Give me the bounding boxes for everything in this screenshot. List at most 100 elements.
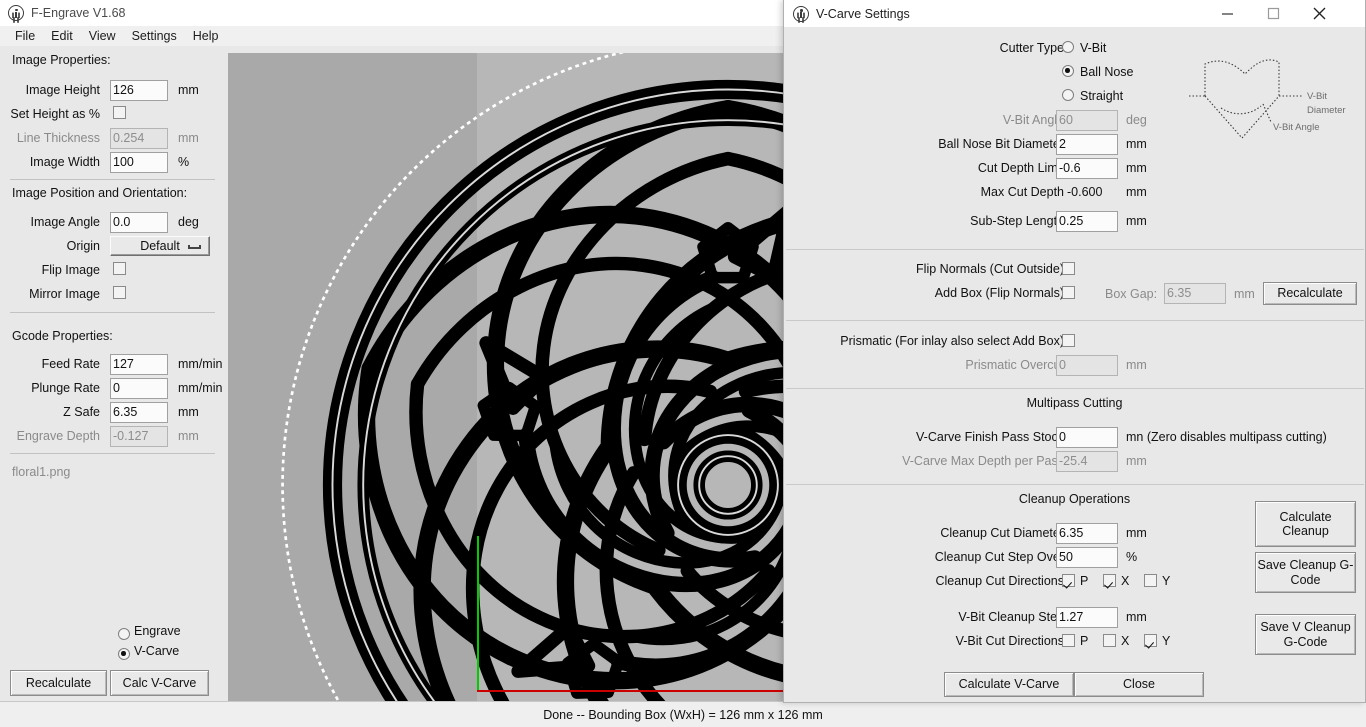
cleanup-direction-y-label: Y bbox=[1162, 574, 1171, 588]
sub-step-length-unit: mm bbox=[1126, 214, 1147, 228]
flip-image-label: Flip Image bbox=[41, 263, 100, 277]
cutter-type-vbit-radio[interactable] bbox=[1062, 41, 1074, 53]
vbit-direction-p-checkbox[interactable] bbox=[1062, 634, 1075, 647]
minimize-icon[interactable] bbox=[1204, 0, 1250, 27]
vbit-direction-x-label: X bbox=[1121, 634, 1130, 648]
close-dialog-button[interactable]: Close bbox=[1074, 672, 1204, 697]
max-cut-depth-value: -0.600 bbox=[1067, 185, 1103, 199]
flip-normals-checkbox[interactable] bbox=[1062, 262, 1075, 275]
main-window-title: F-Engrave V1.68 bbox=[31, 6, 126, 20]
add-box-label: Add Box (Flip Normals) bbox=[934, 286, 1064, 300]
line-thickness-input: 0.254 bbox=[110, 128, 168, 149]
vbit-cut-directions-label: V-Bit Cut Directions bbox=[955, 634, 1064, 648]
image-angle-unit: deg bbox=[178, 215, 199, 229]
prismatic-overcut-input: 0 bbox=[1056, 355, 1118, 376]
image-height-input[interactable]: 126 bbox=[110, 80, 168, 101]
vbit-angle-input: 60 bbox=[1056, 110, 1118, 131]
set-height-as-percent-label: Set Height as % bbox=[10, 107, 100, 121]
loaded-filename: floral1.png bbox=[12, 465, 71, 479]
recalculate-button[interactable]: Recalculate bbox=[10, 670, 107, 696]
dialog-divider-1 bbox=[786, 249, 1364, 250]
image-position-heading: Image Position and Orientation: bbox=[12, 186, 188, 200]
prismatic-overcut-label: Prismatic Overcut bbox=[965, 358, 1064, 372]
finish-pass-stock-unit: mn (Zero disables multipass cutting) bbox=[1126, 430, 1327, 444]
image-angle-input[interactable]: 0.0 bbox=[110, 212, 168, 233]
status-text: Done -- Bounding Box (WxH) = 126 mm x 12… bbox=[543, 707, 823, 722]
f-engrave-app-icon bbox=[793, 5, 809, 22]
status-bar: Done -- Bounding Box (WxH) = 126 mm x 12… bbox=[0, 701, 1366, 727]
engrave-depth-unit: mm bbox=[178, 429, 199, 443]
calc-vcarve-button[interactable]: Calc V-Carve bbox=[110, 670, 209, 696]
cutter-type-ballnose-radio[interactable] bbox=[1062, 65, 1074, 77]
vcarve-mode-label: V-Carve bbox=[134, 644, 180, 658]
set-height-as-percent-checkbox[interactable] bbox=[113, 106, 126, 119]
cleanup-direction-p-checkbox[interactable] bbox=[1062, 574, 1075, 587]
maximize-icon[interactable] bbox=[1250, 0, 1296, 27]
cleanup-direction-x-checkbox[interactable] bbox=[1103, 574, 1116, 587]
box-gap-label: Box Gap: bbox=[1105, 287, 1158, 301]
mirror-image-label: Mirror Image bbox=[29, 287, 100, 301]
plunge-rate-input[interactable]: 0 bbox=[110, 378, 168, 399]
engrave-mode-label: Engrave bbox=[134, 624, 181, 638]
vbit-direction-x-checkbox[interactable] bbox=[1103, 634, 1116, 647]
max-depth-per-pass-unit: mm bbox=[1126, 454, 1147, 468]
feed-rate-input[interactable]: 127 bbox=[110, 354, 168, 375]
engrave-depth-input: -0.127 bbox=[110, 426, 168, 447]
origin-label: Origin bbox=[66, 239, 100, 253]
vbit-angle-label: V-Bit Angle bbox=[1273, 122, 1319, 133]
line-thickness-unit: mm bbox=[178, 131, 199, 145]
box-gap-unit: mm bbox=[1234, 287, 1255, 301]
calculate-cleanup-button[interactable]: Calculate Cleanup bbox=[1255, 501, 1356, 547]
max-cut-depth-label: Max Cut Depth bbox=[980, 185, 1064, 199]
flip-image-checkbox[interactable] bbox=[113, 262, 126, 275]
close-icon[interactable] bbox=[1296, 0, 1342, 27]
max-depth-per-pass-label: V-Carve Max Depth per Pass bbox=[902, 454, 1064, 468]
vbit-angle-unit: deg bbox=[1126, 113, 1147, 127]
prismatic-overcut-unit: mm bbox=[1126, 358, 1147, 372]
z-safe-input[interactable]: 6.35 bbox=[110, 402, 168, 423]
cleanup-step-over-input[interactable]: 50 bbox=[1056, 547, 1118, 568]
engrave-mode-radio[interactable] bbox=[118, 628, 130, 640]
vbit-direction-y-checkbox[interactable] bbox=[1144, 634, 1157, 647]
prismatic-checkbox[interactable] bbox=[1062, 334, 1075, 347]
cut-depth-limit-input[interactable]: -0.6 bbox=[1056, 158, 1118, 179]
image-height-label: Image Height bbox=[25, 83, 100, 97]
add-box-checkbox[interactable] bbox=[1062, 286, 1075, 299]
menu-item-view[interactable]: View bbox=[81, 27, 124, 45]
image-height-unit: mm bbox=[178, 83, 199, 97]
save-v-cleanup-gcode-button[interactable]: Save V Cleanup G-Code bbox=[1255, 614, 1356, 655]
calculate-vcarve-button[interactable]: Calculate V-Carve bbox=[944, 672, 1074, 697]
image-properties-heading: Image Properties: bbox=[12, 53, 111, 67]
recalculate-box-button[interactable]: Recalculate bbox=[1263, 282, 1357, 305]
ball-nose-diameter-input[interactable]: 2 bbox=[1056, 134, 1118, 155]
cutter-type-straight-radio[interactable] bbox=[1062, 89, 1074, 101]
z-safe-unit: mm bbox=[178, 405, 199, 419]
vbit-diagram-icon: V-Bit Diameter V-Bit Angle bbox=[1189, 59, 1346, 139]
cleanup-cut-diameter-unit: mm bbox=[1126, 526, 1147, 540]
sub-step-length-input[interactable]: 0.25 bbox=[1056, 211, 1118, 232]
image-width-input[interactable]: 100 bbox=[110, 152, 168, 173]
mirror-image-checkbox[interactable] bbox=[113, 286, 126, 299]
cutter-type-ballnose-label: Ball Nose bbox=[1080, 65, 1134, 79]
cleanup-direction-p-label: P bbox=[1080, 574, 1089, 588]
vbit-cleanup-step-unit: mm bbox=[1126, 610, 1147, 624]
dialog-divider-2 bbox=[786, 320, 1364, 321]
save-cleanup-gcode-button[interactable]: Save Cleanup G-Code bbox=[1255, 552, 1356, 593]
menu-item-help[interactable]: Help bbox=[185, 27, 227, 45]
ball-nose-diameter-label: Ball Nose Bit Diameter bbox=[938, 137, 1064, 151]
origin-option-menu[interactable]: Default bbox=[110, 236, 210, 256]
vcarve-mode-radio[interactable] bbox=[118, 648, 130, 660]
vbit-cleanup-step-input[interactable]: 1.27 bbox=[1056, 607, 1118, 628]
dialog-divider-3 bbox=[786, 388, 1364, 389]
menu-item-edit[interactable]: Edit bbox=[43, 27, 81, 45]
f-engrave-app-icon bbox=[8, 5, 24, 21]
cleanup-cut-diameter-input[interactable]: 6.35 bbox=[1056, 523, 1118, 544]
vbit-cleanup-step-label: V-Bit Cleanup Step bbox=[958, 610, 1064, 624]
menu-item-settings[interactable]: Settings bbox=[124, 27, 185, 45]
sub-step-length-label: Sub-Step Length bbox=[970, 214, 1064, 228]
cleanup-direction-y-checkbox[interactable] bbox=[1144, 574, 1157, 587]
cleanup-step-over-unit: % bbox=[1126, 550, 1138, 564]
finish-pass-stock-input[interactable]: 0 bbox=[1056, 427, 1118, 448]
divider-3 bbox=[10, 453, 215, 454]
menu-item-file[interactable]: File bbox=[7, 27, 43, 45]
